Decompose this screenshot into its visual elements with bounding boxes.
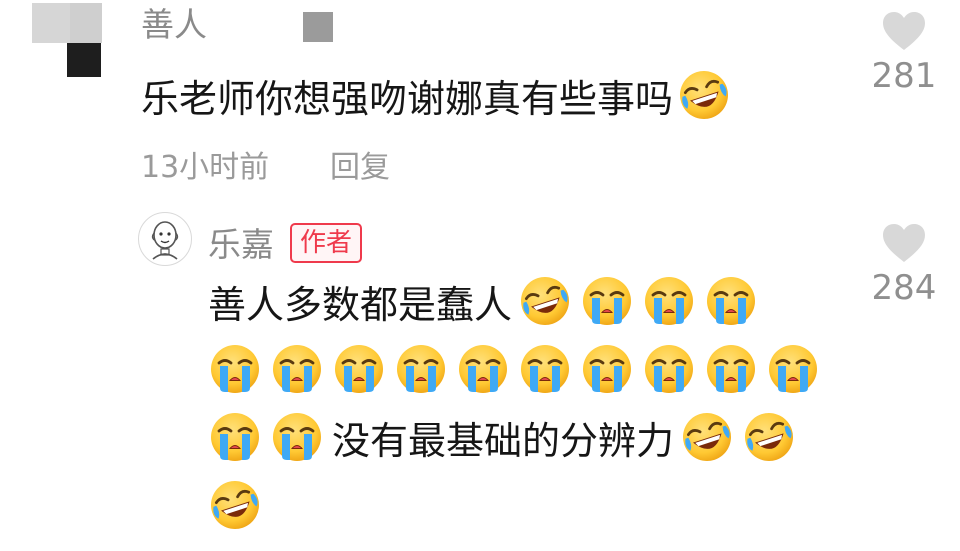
- comment2-line1: 善人多数都是蠢人: [208, 272, 766, 330]
- comment2-line3: 没有最基础的分辨力: [208, 408, 804, 466]
- like-count: 284: [871, 268, 937, 308]
- laughing-crying-emoji: [208, 478, 262, 532]
- comment1-timestamp: 13小时前: [141, 150, 270, 185]
- heart-icon: [883, 224, 925, 262]
- comment1-text: 乐老师你想强吻谢娜真有些事吗: [141, 68, 739, 122]
- comment2-line4: [208, 476, 270, 534]
- comment2-username[interactable]: 乐嘉: [208, 218, 274, 266]
- loudly-crying-emoji: [270, 410, 324, 464]
- avatar-mosaic: [70, 3, 102, 43]
- loudly-crying-emoji: [580, 342, 634, 396]
- loudly-crying-emoji: [332, 342, 386, 396]
- comment2-text-line1: 善人多数都是蠢人: [208, 282, 513, 327]
- loudly-crying-emoji: [704, 342, 758, 396]
- laughing-crying-emoji: [518, 274, 572, 328]
- laughing-crying-emoji: [677, 68, 731, 122]
- heart-icon: [883, 12, 925, 50]
- comment-thread: 善人 乐老师你想强吻谢娜真有些事吗 13小时前 回复 281 乐嘉 作者 284: [0, 0, 960, 551]
- loudly-crying-emoji: [456, 342, 510, 396]
- loudly-crying-emoji: [642, 274, 696, 328]
- avatar-mosaic: [32, 3, 70, 43]
- comment1-text-content: 乐老师你想强吻谢娜真有些事吗: [141, 77, 674, 121]
- comment1-username[interactable]: 善人: [141, 0, 207, 46]
- avatar[interactable]: [138, 212, 192, 266]
- like-button[interactable]: 284: [854, 222, 954, 308]
- like-button[interactable]: 281: [854, 10, 954, 96]
- loudly-crying-emoji: [766, 342, 820, 396]
- laughing-crying-emoji: [742, 410, 796, 464]
- loudly-crying-emoji: [394, 342, 448, 396]
- like-count: 281: [871, 56, 937, 96]
- loudly-crying-emoji: [208, 410, 262, 464]
- username-mosaic: [303, 12, 333, 42]
- comment2-text-line3: 没有最基础的分辨力: [332, 418, 675, 463]
- avatar-mosaic: [67, 43, 101, 77]
- loudly-crying-emoji: [270, 342, 324, 396]
- loudly-crying-emoji: [642, 342, 696, 396]
- laughing-crying-emoji: [680, 410, 734, 464]
- comment2-line2: [208, 340, 828, 398]
- author-badge: 作者: [290, 223, 363, 263]
- loudly-crying-emoji: [704, 274, 758, 328]
- reply-button[interactable]: 回复: [330, 142, 390, 186]
- loudly-crying-emoji: [580, 274, 634, 328]
- loudly-crying-emoji: [208, 342, 262, 396]
- loudly-crying-emoji: [518, 342, 572, 396]
